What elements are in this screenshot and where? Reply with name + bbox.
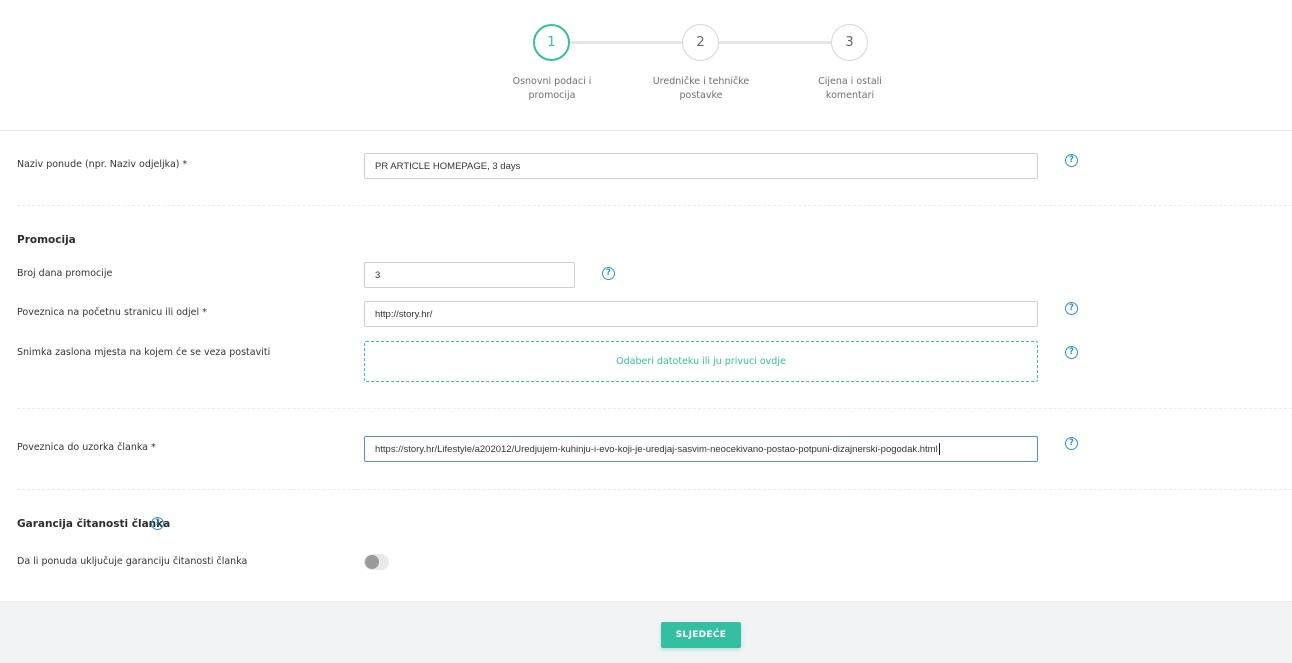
toggle-knob xyxy=(365,555,379,569)
homepage-link-help-icon[interactable]: ? xyxy=(1065,302,1078,315)
promotion-days-label: Broj dana promocije xyxy=(17,268,113,279)
step-2-label: Uredničke i tehničke postavke xyxy=(646,75,756,103)
read-guarantee-toggle-label: Da li ponuda uključuje garanciju čitanos… xyxy=(17,556,248,567)
promotion-days-input[interactable]: 3 xyxy=(364,262,575,288)
sample-link-help-icon[interactable]: ? xyxy=(1065,437,1078,450)
sample-link-value: https://story.hr/Lifestyle/a202012/Uredj… xyxy=(375,443,938,455)
step-1-label: Osnovni podaci i promocija xyxy=(497,75,607,103)
read-guarantee-help-icon[interactable]: ? xyxy=(151,517,164,530)
stepper-connector-1-2 xyxy=(570,41,683,44)
stepper: 1 2 3 Osnovni podaci i promocija Urednič… xyxy=(0,0,1292,131)
sample-link-input[interactable]: https://story.hr/Lifestyle/a202012/Uredj… xyxy=(364,436,1038,462)
promotion-section-title: Promocija xyxy=(17,234,76,246)
stepper-connector-2-3 xyxy=(719,41,832,44)
offer-name-help-icon[interactable]: ? xyxy=(1065,154,1078,167)
dropzone-text: Odaberi datoteku ili ju privuci ovdje xyxy=(616,356,786,367)
section-divider xyxy=(17,489,1292,490)
step-2-label-line1: Uredničke i tehničke xyxy=(652,76,750,87)
promotion-days-help-icon[interactable]: ? xyxy=(602,267,615,280)
read-guarantee-toggle[interactable] xyxy=(364,554,389,570)
homepage-link-input[interactable]: http://story.hr/ xyxy=(364,301,1038,327)
step-1-label-line1: Osnovni podaci i xyxy=(512,76,592,87)
step-1-label-line2: promocija xyxy=(528,90,576,101)
step-3-label-line1: Cijena i ostali xyxy=(818,76,882,87)
homepage-link-label: Poveznica na početnu stranicu ili odjel … xyxy=(17,307,207,318)
step-3-label-line2: komentari xyxy=(825,90,875,101)
footer-bar xyxy=(0,601,1292,663)
section-divider xyxy=(17,408,1292,409)
step-1-circle[interactable]: 1 xyxy=(533,24,570,61)
screenshot-dropzone[interactable]: Odaberi datoteku ili ju privuci ovdje xyxy=(364,341,1038,382)
section-divider xyxy=(17,205,1292,206)
offer-name-label: Naziv ponude (npr. Naziv odjeljka) * xyxy=(17,159,188,170)
page: 1 2 3 Osnovni podaci i promocija Urednič… xyxy=(0,0,1292,663)
next-button[interactable]: SLJEDEĆE xyxy=(661,622,741,648)
offer-name-input[interactable]: PR ARTICLE HOMEPAGE, 3 days xyxy=(364,153,1038,179)
sample-link-label: Poveznica do uzorka članka * xyxy=(17,442,156,453)
step-2-label-line2: postavke xyxy=(679,90,723,101)
screenshot-label: Snimka zaslona mjesta na kojem će se vez… xyxy=(17,347,271,358)
step-3-label: Cijena i ostali komentari xyxy=(795,75,905,103)
read-guarantee-section-title: Garancija čitanosti članka xyxy=(17,518,171,530)
step-3-circle[interactable]: 3 xyxy=(831,24,868,61)
step-2-circle[interactable]: 2 xyxy=(682,24,719,61)
text-caret xyxy=(938,443,940,455)
screenshot-help-icon[interactable]: ? xyxy=(1065,346,1078,359)
